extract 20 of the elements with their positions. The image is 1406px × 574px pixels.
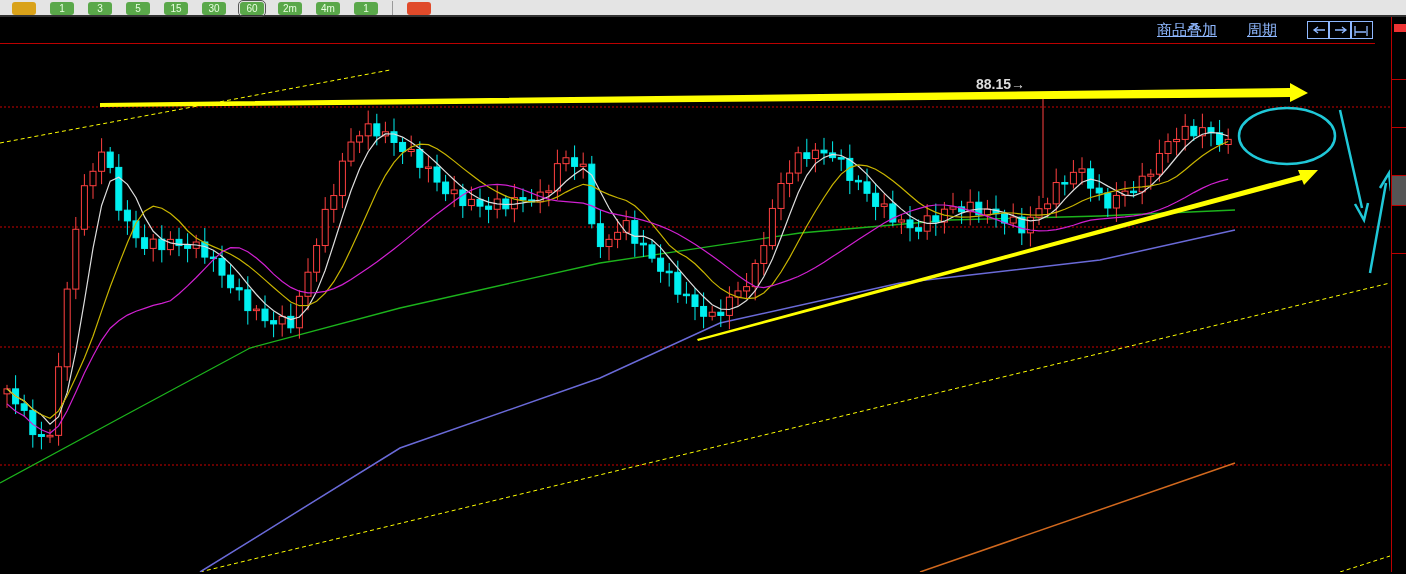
period-button[interactable]: 15 <box>164 2 188 15</box>
header-link[interactable]: 商品叠加 <box>1157 18 1217 42</box>
period-button[interactable]: 3 <box>88 2 112 15</box>
header-link[interactable]: 周期 <box>1247 18 1277 42</box>
panel-icon <box>1353 24 1371 36</box>
side-tab[interactable] <box>1392 176 1406 206</box>
period-button[interactable]: 1 <box>354 2 378 15</box>
right-arrow-button[interactable] <box>1329 21 1351 39</box>
period-button[interactable]: 30 <box>202 2 226 15</box>
left-arrow-button[interactable] <box>1307 21 1329 39</box>
toolbar-button[interactable] <box>407 2 431 15</box>
marker-bar <box>1394 24 1406 32</box>
price-label: 88.15→ <box>976 76 1026 92</box>
period-button[interactable]: 4m <box>316 2 340 15</box>
panel-button[interactable] <box>1351 21 1373 39</box>
period-button[interactable]: 1 <box>50 2 74 15</box>
period-button[interactable]: 5 <box>126 2 150 15</box>
period-button[interactable]: 2m <box>278 2 302 15</box>
period-button[interactable]: 60 <box>240 2 264 15</box>
toolbar-button[interactable] <box>12 2 36 15</box>
